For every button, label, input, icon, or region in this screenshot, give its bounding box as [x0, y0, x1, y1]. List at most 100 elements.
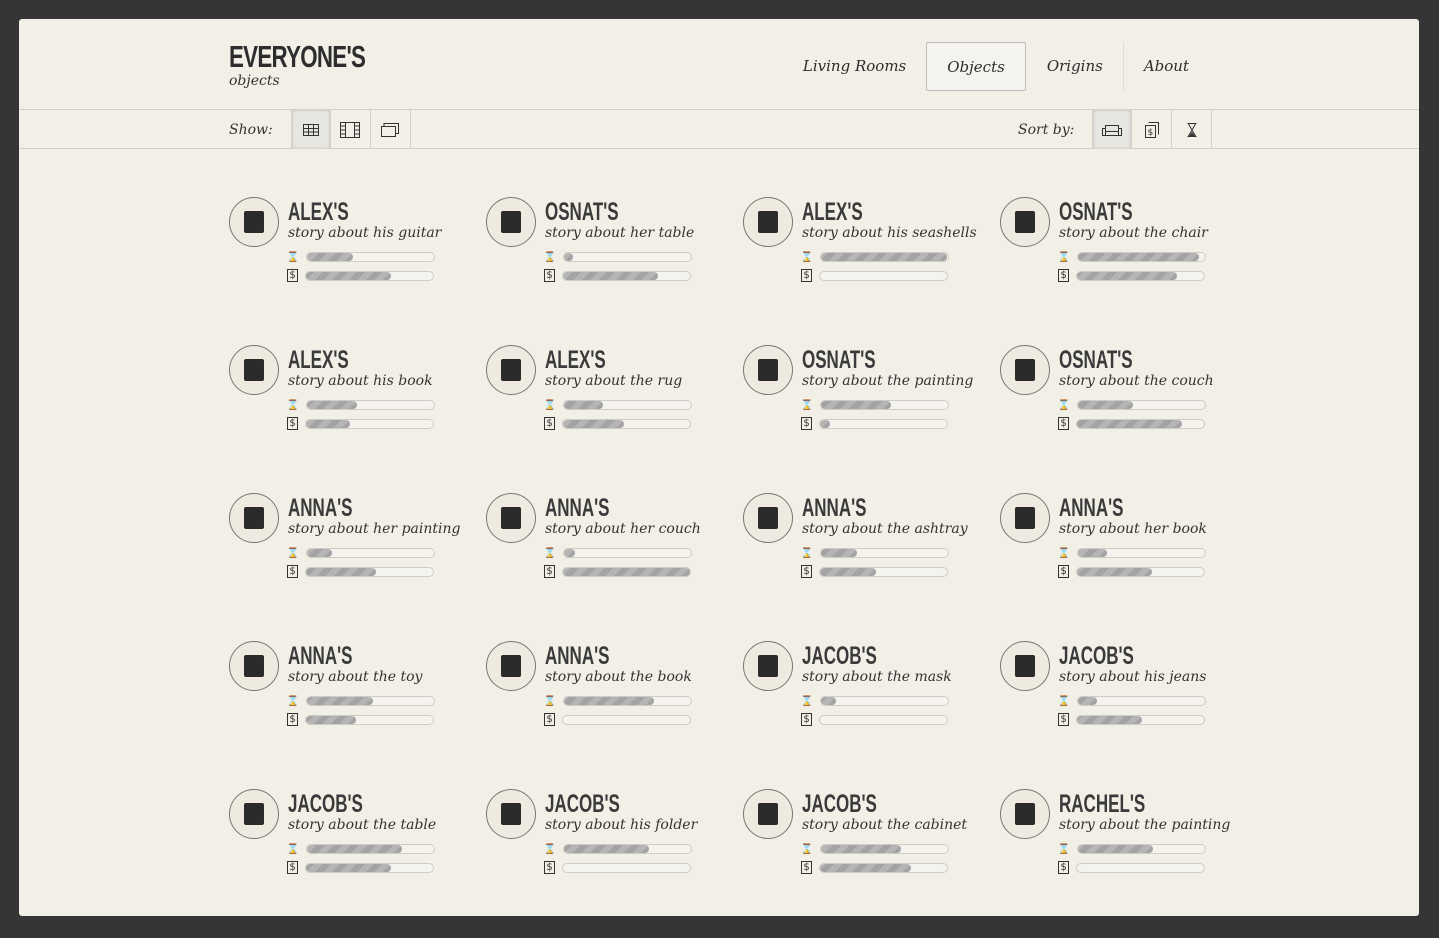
nav-objects[interactable]: Objects	[926, 42, 1026, 91]
object-thumbnail[interactable]	[743, 641, 793, 691]
story-title[interactable]: story about the table	[288, 817, 436, 833]
owner-name: RACHEL'S	[1059, 790, 1146, 818]
object-card[interactable]: JACOB'S story about the cabinet ⌛ $	[743, 789, 993, 889]
hourglass-icon: ⌛	[286, 695, 300, 707]
show-label: Show:	[229, 121, 273, 138]
object-thumbnail[interactable]	[229, 641, 279, 691]
object-thumbnail[interactable]	[486, 197, 536, 247]
story-title[interactable]: story about his seashells	[802, 225, 977, 241]
object-thumbnail[interactable]	[486, 493, 536, 543]
story-title[interactable]: story about the mask	[802, 669, 952, 685]
show-grid-button[interactable]	[290, 110, 331, 149]
object-card[interactable]: ALEX'S story about his book ⌛ $	[229, 345, 479, 445]
object-card[interactable]: JACOB'S story about his folder ⌛ $	[486, 789, 736, 889]
nav-about[interactable]: About	[1122, 42, 1209, 91]
book-icon	[501, 655, 521, 677]
object-thumbnail[interactable]	[229, 493, 279, 543]
money-icon: $	[287, 269, 298, 282]
object-thumbnail[interactable]	[486, 345, 536, 395]
object-card[interactable]: OSNAT'S story about her table ⌛ $	[486, 197, 736, 297]
story-title[interactable]: story about the toy	[288, 669, 422, 685]
object-card[interactable]: ALEX'S story about the rug ⌛ $	[486, 345, 736, 445]
main-nav: Living Rooms Objects Origins About	[782, 42, 1209, 91]
object-thumbnail[interactable]	[1000, 345, 1050, 395]
object-card[interactable]: JACOB'S story about the table ⌛ $	[229, 789, 479, 889]
money-icon: $	[544, 269, 555, 282]
hourglass-icon: ⌛	[286, 547, 300, 559]
object-thumbnail[interactable]	[1000, 789, 1050, 839]
story-title[interactable]: story about his folder	[545, 817, 697, 833]
object-thumbnail[interactable]	[1000, 641, 1050, 691]
object-thumbnail[interactable]	[743, 789, 793, 839]
time-bar-fill	[307, 845, 403, 853]
money-icon: $	[801, 269, 812, 282]
object-thumbnail[interactable]	[229, 197, 279, 247]
time-bar	[820, 252, 949, 262]
object-card[interactable]: ANNA'S story about the book ⌛ $	[486, 641, 736, 741]
logo[interactable]: EVERYONE'S objects	[229, 39, 418, 89]
hourglass-icon: ⌛	[800, 399, 814, 411]
time-bar-fill	[821, 253, 947, 261]
object-card[interactable]: ANNA'S story about the ashtray ⌛ $	[743, 493, 993, 593]
money-bar	[562, 418, 691, 429]
story-title[interactable]: story about his guitar	[288, 225, 441, 241]
object-card[interactable]: ANNA'S story about her couch ⌛ $	[486, 493, 736, 593]
owner-name: JACOB'S	[545, 790, 620, 818]
story-title[interactable]: story about the book	[545, 669, 692, 685]
show-filmstrip-button[interactable]	[331, 110, 371, 149]
object-card[interactable]: OSNAT'S story about the painting ⌛ $	[743, 345, 993, 445]
sort-time-button[interactable]	[1172, 110, 1213, 149]
sort-room-button[interactable]	[1092, 110, 1133, 149]
sort-money-button[interactable]: $	[1132, 110, 1173, 149]
story-title[interactable]: story about her table	[545, 225, 694, 241]
time-bar-fill	[564, 697, 655, 705]
story-title[interactable]: story about the chair	[1059, 225, 1208, 241]
time-bar-fill	[1078, 253, 1199, 261]
painting-icon	[1015, 803, 1035, 825]
money-bar-fill	[306, 863, 392, 872]
story-title[interactable]: story about his jeans	[1059, 669, 1206, 685]
object-thumbnail[interactable]	[486, 789, 536, 839]
story-title[interactable]: story about the couch	[1059, 373, 1214, 389]
show-window-button[interactable]	[371, 110, 411, 149]
object-thumbnail[interactable]	[486, 641, 536, 691]
story-title[interactable]: story about his book	[288, 373, 433, 389]
money-bar-fill	[1077, 419, 1183, 428]
owner-name: ANNA'S	[802, 494, 867, 522]
story-title[interactable]: story about the cabinet	[802, 817, 967, 833]
owner-name: ALEX'S	[802, 198, 863, 226]
time-bar	[306, 696, 435, 706]
story-title[interactable]: story about her couch	[545, 521, 701, 537]
money-bar-fill	[306, 271, 392, 280]
object-card[interactable]: OSNAT'S story about the couch ⌛ $	[1000, 345, 1250, 445]
story-title[interactable]: story about her book	[1059, 521, 1207, 537]
object-thumbnail[interactable]	[1000, 493, 1050, 543]
object-card[interactable]: ANNA'S story about the toy ⌛ $	[229, 641, 479, 741]
object-thumbnail[interactable]	[743, 197, 793, 247]
object-card[interactable]: JACOB'S story about his jeans ⌛ $	[1000, 641, 1250, 741]
story-title[interactable]: story about the ashtray	[802, 521, 968, 537]
object-card[interactable]: ANNA'S story about her book ⌛ $	[1000, 493, 1250, 593]
story-title[interactable]: story about the painting	[802, 373, 973, 389]
nav-origins[interactable]: Origins	[1026, 42, 1123, 91]
object-thumbnail[interactable]	[229, 789, 279, 839]
couch-icon	[1015, 359, 1035, 381]
nav-living-rooms[interactable]: Living Rooms	[782, 42, 926, 91]
story-title[interactable]: story about her painting	[288, 521, 460, 537]
object-card[interactable]: JACOB'S story about the mask ⌛ $	[743, 641, 993, 741]
object-card[interactable]: ANNA'S story about her painting ⌛ $	[229, 493, 479, 593]
money-bar	[819, 270, 948, 281]
money-bar-fill	[820, 419, 831, 428]
money-bar	[562, 566, 691, 577]
object-thumbnail[interactable]	[229, 345, 279, 395]
money-bar-fill	[820, 567, 876, 576]
object-thumbnail[interactable]	[743, 345, 793, 395]
story-title[interactable]: story about the rug	[545, 373, 682, 389]
story-title[interactable]: story about the painting	[1059, 817, 1230, 833]
object-card[interactable]: RACHEL'S story about the painting ⌛ $	[1000, 789, 1250, 889]
object-card[interactable]: ALEX'S story about his seashells ⌛ $	[743, 197, 993, 297]
object-thumbnail[interactable]	[743, 493, 793, 543]
object-card[interactable]: ALEX'S story about his guitar ⌛ $	[229, 197, 479, 297]
object-thumbnail[interactable]	[1000, 197, 1050, 247]
object-card[interactable]: OSNAT'S story about the chair ⌛ $	[1000, 197, 1250, 297]
